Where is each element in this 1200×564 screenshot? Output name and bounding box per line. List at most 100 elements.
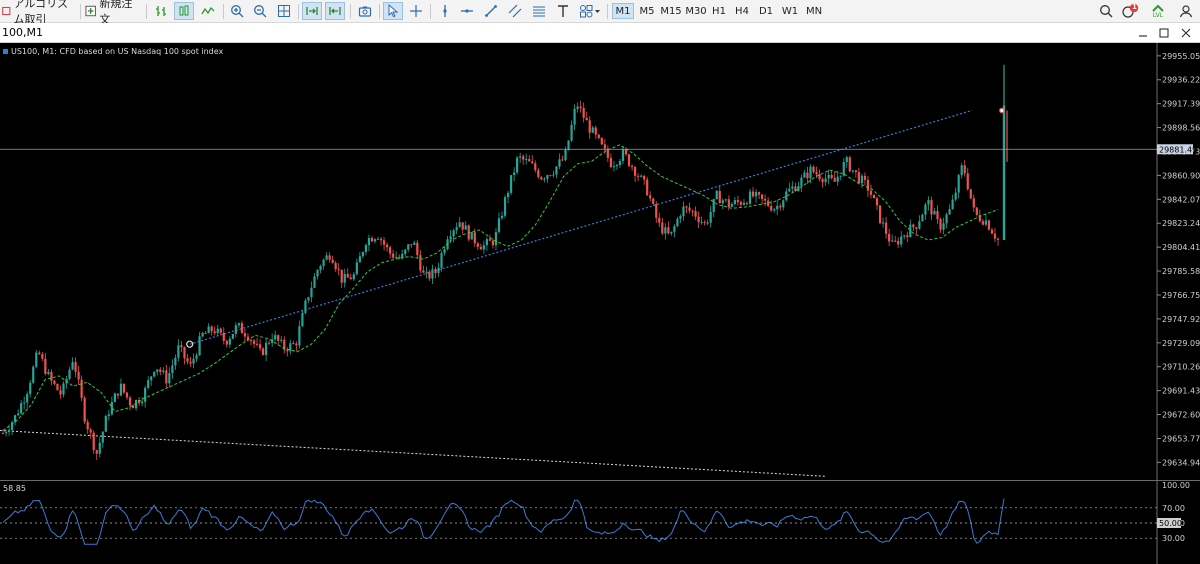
rsi-axis-label: 100.00 (1162, 481, 1190, 490)
candle-body (528, 159, 531, 162)
line-chart-button[interactable] (198, 2, 218, 20)
candle-body (165, 370, 168, 384)
candle-body (739, 202, 743, 205)
level-indicator[interactable]: LVL (1147, 2, 1169, 20)
new-order-button[interactable]: 新規注文 (85, 0, 141, 26)
candle-body (413, 242, 416, 245)
candle-body (364, 245, 368, 253)
candlestick-icon (179, 5, 189, 16)
candle-body (340, 269, 343, 283)
candle-body (573, 108, 576, 125)
candle-body (367, 238, 371, 246)
candle-body (20, 403, 23, 414)
candle-body (788, 188, 791, 192)
timeframe-w1[interactable]: W1 (780, 3, 800, 19)
candle-body (331, 259, 334, 263)
vertical-line-button[interactable] (436, 2, 454, 20)
spike-candle-body (1002, 105, 1006, 241)
horizontal-line-button[interactable] (458, 2, 476, 20)
candle-body (516, 157, 519, 173)
timeframe-m1[interactable]: M1 (612, 3, 634, 19)
zoom-out-button[interactable] (251, 2, 269, 20)
candle-body (201, 332, 204, 337)
shapes-dropdown-button[interactable] (577, 2, 603, 20)
candle-body (948, 209, 951, 215)
candle-body (930, 199, 933, 215)
candle-body (875, 198, 879, 206)
timeframe-h4[interactable]: H4 (732, 3, 752, 19)
candle-body (98, 442, 101, 454)
rsi-indicator[interactable]: 100.0070.0050.0030.0050.00 (0, 481, 1200, 564)
profile-button[interactable] (1176, 2, 1196, 20)
timeframe-h1[interactable]: H1 (709, 3, 729, 19)
channel-button[interactable] (506, 2, 524, 20)
candle-body (240, 323, 244, 334)
cursor-button[interactable] (383, 2, 403, 20)
candle-body (588, 120, 591, 133)
candle-body (779, 205, 782, 208)
close-button[interactable] (1178, 25, 1194, 41)
minimize-button[interactable] (1135, 25, 1151, 41)
maximize-button[interactable] (1156, 25, 1172, 41)
candle-body (918, 221, 921, 229)
chart-window-title: 100,M1 (2, 26, 43, 39)
timeframe-m15[interactable]: M15 (659, 3, 683, 19)
candle-body (785, 191, 788, 201)
candle-body (540, 177, 543, 180)
candle-body (74, 362, 77, 372)
candle-body (407, 244, 410, 250)
candle-body (564, 149, 567, 161)
timeframe-m5[interactable]: M5 (637, 3, 657, 19)
notifications-button[interactable]: 1 (1120, 2, 1140, 20)
cursor-icon (388, 4, 399, 18)
candle-body (237, 323, 240, 326)
candle-body (854, 170, 857, 173)
candle-body (168, 373, 171, 384)
auto-scroll-button[interactable] (302, 2, 322, 20)
candle-chart-button[interactable] (174, 2, 194, 20)
text-tool-button[interactable] (554, 2, 572, 20)
candle-body (473, 232, 476, 244)
candle-body (924, 204, 927, 215)
candle-body (676, 218, 679, 227)
candle-body (204, 332, 207, 334)
crosshair-button[interactable] (407, 2, 425, 20)
tile-windows-button[interactable] (275, 2, 293, 20)
fibonacci-button[interactable] (530, 2, 548, 20)
timeframe-m30[interactable]: M30 (684, 3, 708, 19)
candle-body (718, 190, 721, 204)
candle-body (963, 165, 966, 174)
candle-body (156, 369, 159, 372)
candle-body (255, 343, 259, 345)
candle-body (830, 174, 833, 179)
candle-body (292, 343, 295, 345)
bar-chart-button[interactable] (152, 2, 170, 20)
candle-body (815, 172, 818, 175)
algo-trading-button[interactable]: アルゴリズム取引 (2, 0, 76, 26)
candle-body (249, 340, 253, 342)
candle-body (116, 393, 120, 396)
algo-trading-icon (2, 6, 11, 16)
search-button[interactable] (1097, 2, 1115, 20)
price-chart[interactable]: 29955.0529936.2229917.3929898.5629879.73… (0, 43, 1200, 481)
candle-body (643, 175, 646, 180)
candle-body (38, 352, 41, 355)
candle-body (171, 365, 174, 374)
screenshot-button[interactable] (355, 2, 375, 20)
timeframe-d1[interactable]: D1 (756, 3, 776, 19)
candle-body (431, 269, 434, 279)
shapes-icon (580, 5, 600, 18)
candle-body (633, 167, 637, 176)
candle-body (894, 240, 897, 242)
candle-body (984, 220, 988, 225)
toolbar: アルゴリズム取引 新規注文 M1 M5 M15 M30 H1 H4 D1 W1 … (0, 0, 1200, 26)
grid-icon (278, 5, 290, 17)
zoom-in-button[interactable] (228, 2, 246, 20)
candle-body (827, 174, 830, 179)
chart-area[interactable]: 29955.0529936.2229917.3929898.5629879.73… (0, 43, 1200, 564)
candle-body (679, 216, 682, 219)
trendline-button[interactable] (482, 2, 500, 20)
timeframe-mn[interactable]: MN (803, 3, 825, 19)
candle-body (488, 239, 492, 241)
chart-shift-button[interactable] (325, 2, 345, 20)
